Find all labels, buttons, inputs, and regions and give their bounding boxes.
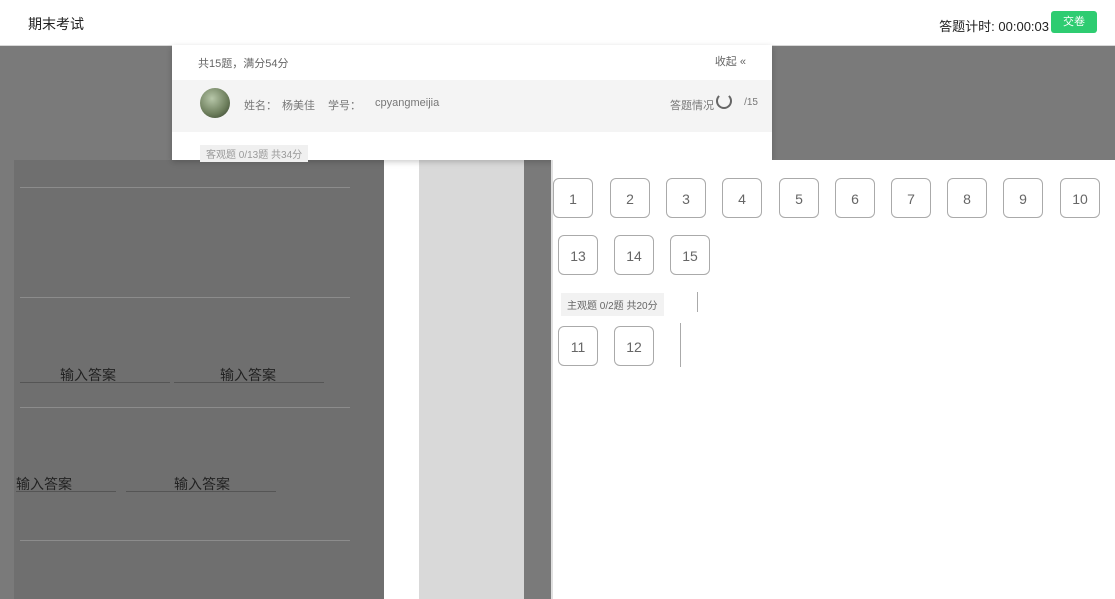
answer-sheet-popup: 共15题，满分54分 收起 « 姓名： 杨美佳 学号： cpyangmeijia… (172, 45, 772, 162)
top-bar: 期末考试 答题计时: 00:00:03 交卷 (0, 0, 1115, 46)
user-name: 杨美佳 (282, 100, 315, 112)
question-button-11[interactable]: 11 (558, 326, 598, 366)
answer-status-label: 答题情况 (670, 100, 714, 112)
question-button-13[interactable]: 13 (558, 235, 598, 275)
question-button-7[interactable]: 7 (891, 178, 931, 218)
answer-underline (20, 382, 170, 383)
divider (20, 187, 350, 188)
question-button-14[interactable]: 14 (614, 235, 654, 275)
question-button-6[interactable]: 6 (835, 178, 875, 218)
answer-underline (16, 491, 116, 492)
avatar (200, 88, 230, 118)
scroll-gap-shade (419, 160, 524, 599)
exam-summary: 共15题，满分54分 (198, 58, 289, 70)
question-button-12[interactable]: 12 (614, 326, 654, 366)
question-button-8[interactable]: 8 (947, 178, 987, 218)
question-button-9[interactable]: 9 (1003, 178, 1043, 218)
collapse-button[interactable]: 收起 « (715, 53, 746, 69)
refresh-icon[interactable] (716, 93, 732, 109)
name-label: 姓名： (244, 100, 277, 112)
question-button-3[interactable]: 3 (666, 178, 706, 218)
timer-label: 答题计时: (939, 19, 995, 34)
divider (680, 323, 681, 367)
divider (20, 297, 350, 298)
user-info-row: 姓名： 杨美佳 学号： cpyangmeijia 答题情况 /15 (172, 80, 772, 132)
question-button-5[interactable]: 5 (779, 178, 819, 218)
answer-panel: 输入答案 输入答案 输入答案 输入答案 (14, 160, 384, 599)
exam-title: 期末考试 (28, 16, 84, 32)
question-button-2[interactable]: 2 (610, 178, 650, 218)
divider (20, 407, 350, 408)
subjective-section-tag: 主观题 0/2题 共20分 (561, 293, 664, 316)
divider (20, 540, 350, 541)
answer-underline (174, 382, 324, 383)
timer: 答题计时: 00:00:03 (939, 16, 1049, 35)
question-navigator: 1 2 3 4 5 6 7 8 9 10 13 14 15 主观题 0/2题 共… (551, 160, 1115, 599)
answer-status-count: /15 (744, 97, 758, 108)
question-button-15[interactable]: 15 (670, 235, 710, 275)
question-button-4[interactable]: 4 (722, 178, 762, 218)
scroll-gap (384, 160, 419, 599)
question-button-10[interactable]: 10 (1060, 178, 1100, 218)
divider (697, 292, 698, 312)
question-button-1[interactable]: 1 (553, 178, 593, 218)
timer-value: 00:00:03 (998, 19, 1049, 34)
student-id-label: 学号： (328, 100, 361, 112)
answer-underline (126, 491, 276, 492)
objective-section-tag: 客观题 0/13题 共34分 (200, 145, 309, 162)
student-id: cpyangmeijia (375, 97, 440, 109)
submit-button[interactable]: 交卷 (1051, 11, 1097, 33)
